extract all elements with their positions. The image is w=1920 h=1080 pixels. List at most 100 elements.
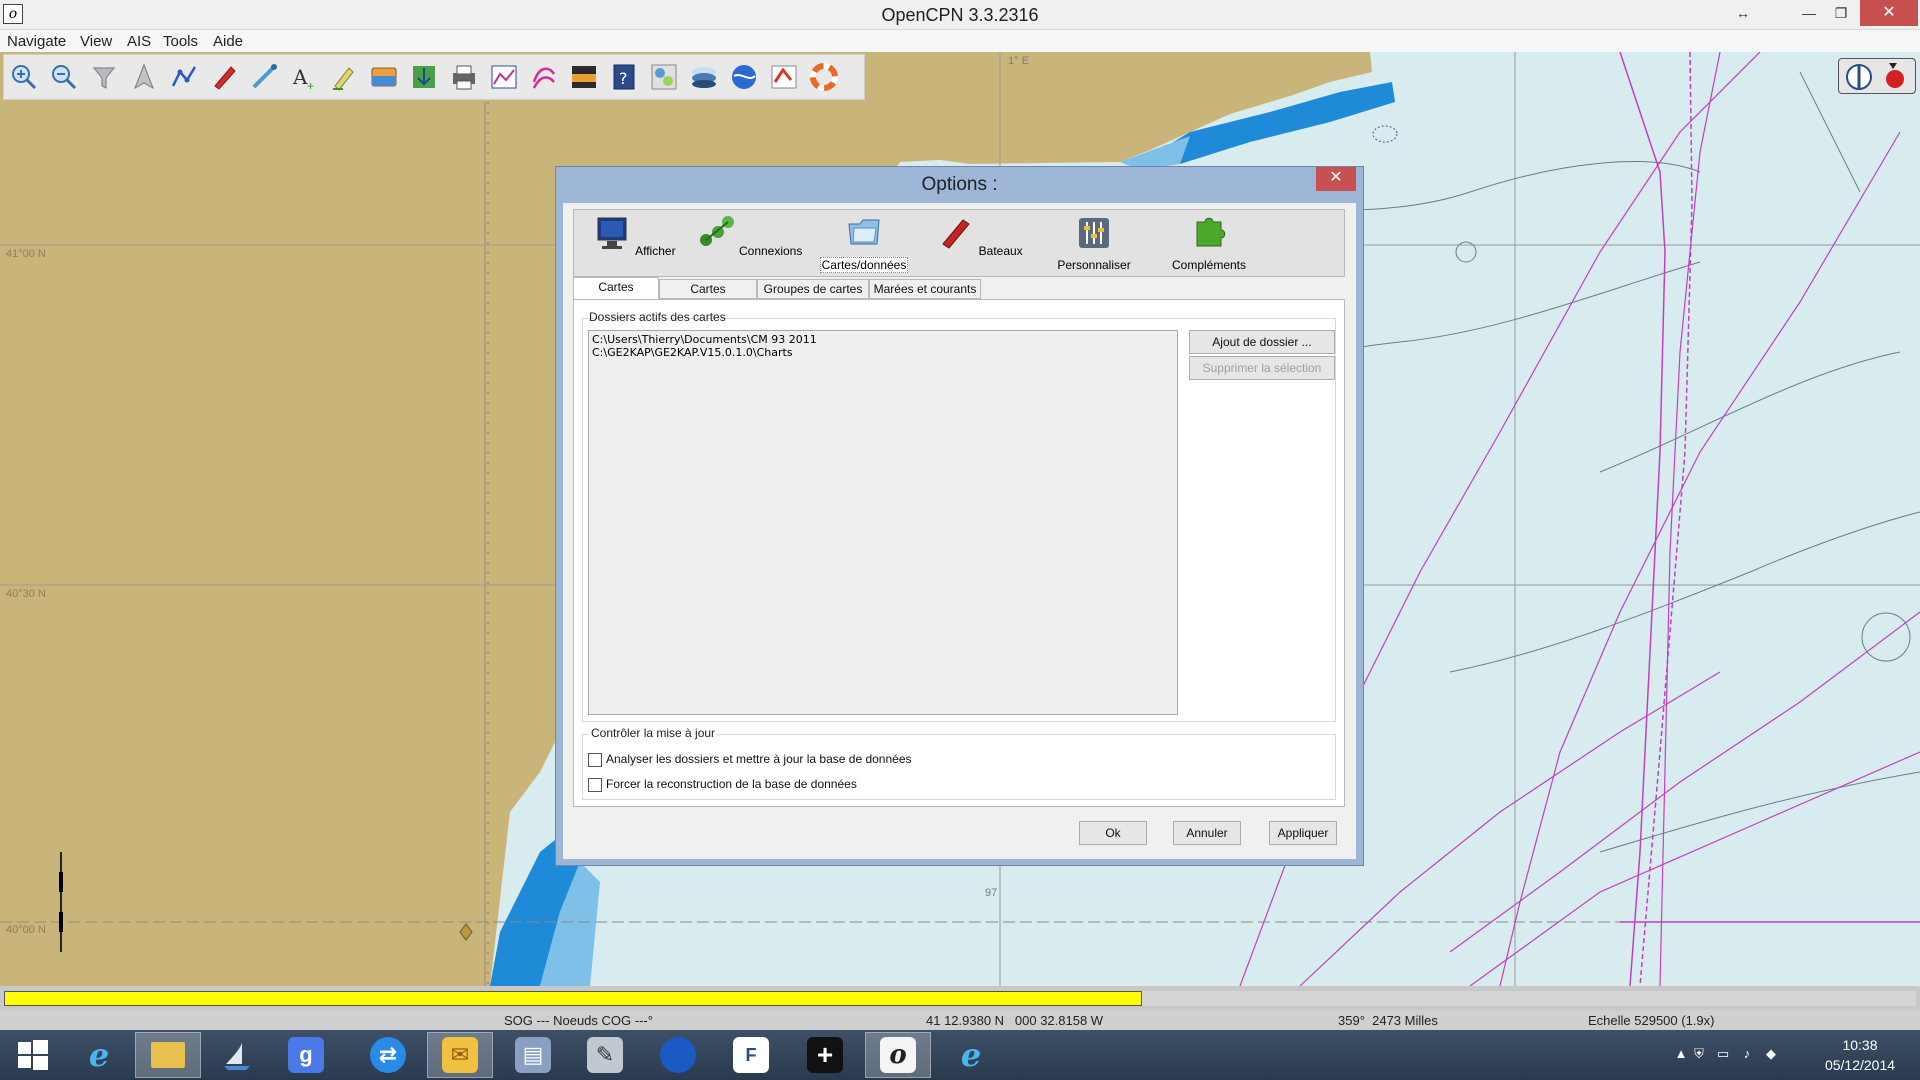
plus-app-icon[interactable]: + — [792, 1032, 858, 1078]
progress-track — [4, 991, 1916, 1006]
show-hidden-icons-icon[interactable]: ▲ — [1672, 1046, 1690, 1064]
tab-panel: Dossiers actifs des cartes C:\Users\Thie… — [573, 299, 1345, 807]
tab-cartes-vectorielles[interactable]: Cartes vectorielles — [659, 279, 757, 314]
menu-tools[interactable]: Tools — [163, 33, 198, 50]
dialog-close-button[interactable]: ✕ — [1316, 167, 1356, 191]
close-button[interactable]: ✕ — [1860, 0, 1918, 26]
track-pencil-icon[interactable] — [327, 60, 361, 94]
help-icon[interactable]: ? — [607, 60, 641, 94]
folder-item[interactable]: C:\Users\Thierry\Documents\CM 93 2011 — [592, 333, 1174, 346]
windows-start-icon[interactable] — [0, 1032, 66, 1078]
folder-item[interactable]: C:\GE2KAP\GE2KAP.V15.0.1.0\Charts — [592, 346, 1174, 359]
dialog-body: Afficher Connexions Cartes/données Batea… — [563, 203, 1356, 859]
tab-groupes-de-cartes[interactable]: Groupes de cartes — [757, 279, 869, 299]
zoom-in-icon[interactable] — [7, 60, 41, 94]
boat-red-icon[interactable] — [207, 60, 241, 94]
folders-legend: Dossiers actifs des cartes — [589, 310, 726, 324]
clock-date[interactable]: 05/12/2014 — [1810, 1057, 1910, 1073]
bearing-distance-readout: 359° 2473 Milles — [1338, 1013, 1438, 1028]
teamviewer-icon[interactable]: ⇄ — [355, 1032, 421, 1078]
menu-navigate[interactable]: Navigate — [7, 33, 66, 50]
file-explorer-icon[interactable] — [135, 1032, 201, 1078]
progress-fill — [4, 991, 1142, 1006]
dialog-title: Options : — [921, 174, 998, 195]
layers-icon[interactable] — [687, 60, 721, 94]
network-computer-icon[interactable]: ▤ — [500, 1032, 566, 1078]
network-icon[interactable]: ▭ — [1714, 1046, 1732, 1064]
volume-icon[interactable]: ♪ — [1738, 1046, 1756, 1064]
svg-text:A: A — [292, 65, 308, 89]
longitude-label: 1° E — [1008, 55, 1029, 67]
window-title: OpenCPN 3.3.2316 — [881, 5, 1039, 25]
scan-update-checkbox-row[interactable]: Analyser les dossiers et mettre à jour l… — [588, 752, 912, 767]
ok-button[interactable]: Ok — [1079, 821, 1147, 845]
apply-button[interactable]: Appliquer — [1269, 821, 1337, 845]
restore-arrows-icon[interactable]: ↔ — [1720, 0, 1766, 26]
text-add-icon[interactable]: A + — [287, 60, 321, 94]
status-bar: SOG --- Noeuds COG ---° 41 12.9380 N 000… — [0, 1010, 1920, 1030]
route-manager-icon[interactable] — [367, 60, 401, 94]
print-icon[interactable] — [447, 60, 481, 94]
menu-bar: Navigate View AIS Tools Aide — [0, 30, 1920, 52]
gps-status-icon — [1886, 70, 1904, 88]
security-shield-icon[interactable]: ⛨ — [1690, 1046, 1708, 1064]
main-toolbar: A + ? — [3, 54, 865, 100]
sliders-icon — [1079, 218, 1109, 248]
tab-marees-et-courants[interactable]: Marées et courants — [869, 279, 981, 299]
maximize-button[interactable]: ❐ — [1818, 0, 1864, 26]
options-dialog: Options : ✕ Afficher Connexions Cartes/d… — [555, 166, 1364, 866]
sunset-icon[interactable] — [567, 60, 601, 94]
boat-icon — [942, 219, 971, 249]
menu-view[interactable]: View — [80, 33, 112, 50]
menu-ais[interactable]: AIS — [127, 33, 151, 50]
category-bateaux[interactable]: Bateaux — [924, 214, 1034, 274]
category-personnaliser[interactable]: Personnaliser — [1039, 214, 1149, 274]
remove-selection-button[interactable]: Supprimer la sélection — [1189, 356, 1335, 380]
internet-explorer-icon[interactable]: e — [66, 1032, 132, 1078]
google-icon[interactable]: g — [273, 1032, 339, 1078]
category-connexions[interactable]: Connexions — [694, 214, 804, 274]
category-complements[interactable]: Compléments — [1154, 214, 1264, 274]
cancel-button[interactable]: Annuler — [1173, 821, 1241, 845]
chart-info-icon[interactable] — [487, 60, 521, 94]
ais-icon[interactable] — [527, 60, 561, 94]
google-earth-icon[interactable] — [645, 1032, 711, 1078]
tab-cartes-chargees[interactable]: Cartes chargées — [573, 277, 659, 312]
opencpn-logo-icon[interactable]: o — [3, 4, 23, 24]
chart-folders-list[interactable]: C:\Users\Thierry\Documents\CM 93 2011 C:… — [588, 330, 1178, 715]
category-cartes-donnees[interactable]: Cartes/données — [809, 214, 919, 274]
menu-aide[interactable]: Aide — [213, 33, 243, 50]
opencpn-icon[interactable]: o — [865, 1032, 931, 1078]
app-f-icon[interactable]: F — [718, 1032, 784, 1078]
route-icon[interactable] — [167, 60, 201, 94]
force-rebuild-checkbox-row[interactable]: Forcer la reconstruction de la base de d… — [588, 777, 857, 792]
latitude-label: 41°00 N — [6, 248, 46, 260]
scanner-icon[interactable]: ✎ — [572, 1032, 638, 1078]
zoom-out-icon[interactable] — [47, 60, 81, 94]
clock-time[interactable]: 10:38 — [1820, 1037, 1900, 1053]
category-afficher[interactable]: Afficher — [579, 214, 689, 274]
measure-icon[interactable] — [247, 60, 281, 94]
internet-explorer-icon[interactable]: e — [938, 1032, 1004, 1078]
ship-icon[interactable] — [127, 60, 161, 94]
connections-icon — [699, 216, 734, 246]
settings-icon[interactable] — [647, 60, 681, 94]
chart-folder-icon — [848, 219, 880, 245]
scan-update-label: Analyser les dossiers et mettre à jour l… — [606, 752, 912, 766]
tide-current-icon[interactable] — [407, 60, 441, 94]
chart-quilting-icon[interactable] — [87, 60, 121, 94]
google-earth-icon[interactable] — [727, 60, 761, 94]
sailing-app-icon[interactable] — [204, 1032, 270, 1078]
title-bar: o OpenCPN 3.3.2316 ↔ — ❐ ✕ — [0, 0, 1920, 30]
grib-icon[interactable] — [767, 60, 801, 94]
lifebuoy-icon[interactable] — [807, 60, 841, 94]
outlook-icon[interactable]: ✉ — [427, 1032, 493, 1078]
add-folder-button[interactable]: Ajout de dossier ... — [1189, 330, 1335, 354]
svg-text:+: + — [307, 79, 314, 92]
windows-taskbar: e g ⇄ ✉ ▤ ✎ F + o e ▲ ⛨ ▭ ♪ ◆ 10:38 05/1… — [0, 1030, 1920, 1080]
dropbox-icon[interactable]: ◆ — [1762, 1046, 1780, 1064]
scan-update-checkbox[interactable] — [588, 752, 602, 767]
depth-sounding: 97 — [985, 887, 998, 899]
compass-widget[interactable] — [1838, 58, 1916, 94]
force-rebuild-checkbox[interactable] — [588, 777, 602, 792]
